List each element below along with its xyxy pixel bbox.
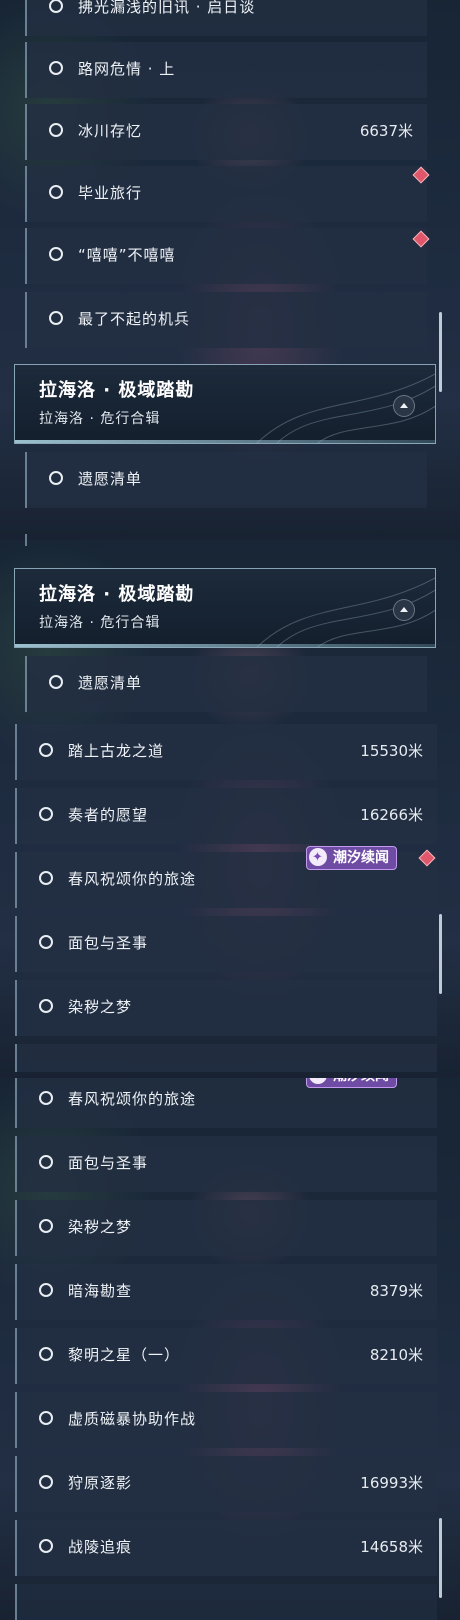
quest-label: 最了不起的机兵 [78, 310, 191, 328]
quest-item[interactable]: 暗海勘查 8379米 [15, 1264, 437, 1320]
scrollbar[interactable] [439, 312, 442, 392]
header-underline [15, 440, 435, 443]
quest-group-header[interactable]: 拉海洛 · 极域踏勘 拉海洛 · 危行合辑 [14, 568, 436, 648]
quest-label: 遗愿清单 [78, 470, 143, 488]
quest-list-panel-2: 拉海洛 · 极域踏勘 拉海洛 · 危行合辑 遗愿清单 踏上古龙之道 15530米… [0, 540, 460, 1078]
quest-item[interactable]: “嘻嘻”不嘻嘻 [25, 228, 427, 284]
quest-label: 踏上古龙之道 [68, 742, 165, 760]
quest-item[interactable]: 毕业旅行 [25, 166, 427, 222]
tidal-sequel-badge: 潮汐续闻 [306, 846, 397, 870]
quest-item[interactable]: 狩原逐影 16993米 [15, 1456, 437, 1512]
quest-item[interactable]: 虚质磁暴协助作战 [15, 1392, 437, 1448]
quest-label: 染秽之梦 [68, 1218, 133, 1236]
incomplete-circle-icon [39, 1539, 53, 1553]
quest-label: 毕业旅行 [78, 184, 143, 202]
tidal-sequel-badge: 潮汐续闻 [306, 1078, 397, 1088]
quest-distance: 16993米 [360, 1474, 423, 1492]
quest-item[interactable]: 遗愿清单 [25, 452, 427, 508]
group-subtitle: 拉海洛 · 危行合辑 [39, 615, 161, 631]
group-title: 拉海洛 · 极域踏勘 [39, 584, 195, 605]
quest-item[interactable]: 最了不起的机兵 [25, 292, 427, 348]
quest-label: 面包与圣事 [68, 1154, 149, 1172]
badge-label: 潮汐续闻 [333, 1078, 389, 1084]
quest-label: 奏者的愿望 [68, 806, 149, 824]
badge-label: 潮汐续闻 [333, 850, 389, 866]
tidal-sequel-star-icon [309, 847, 327, 869]
quest-group-header[interactable]: 拉海洛 · 极域踏勘 拉海洛 · 危行合辑 [14, 364, 436, 444]
scrollbar[interactable] [439, 1518, 442, 1598]
incomplete-circle-icon [49, 471, 63, 485]
group-title: 拉海洛 · 极域踏勘 [39, 380, 195, 401]
quest-item[interactable]: 染秽之梦 [15, 1200, 437, 1256]
incomplete-circle-icon [49, 123, 63, 137]
quest-list-panel-3: 潮汐续闻 春风祝颂你的旅途 面包与圣事 染秽之梦 暗海勘查 8379米 黎明之星… [0, 1078, 460, 1620]
quest-label: 虚质磁暴协助作战 [68, 1410, 197, 1428]
quest-item[interactable]: 黎明之星（一） 8210米 [15, 1328, 437, 1384]
quest-distance: 14658米 [360, 1538, 423, 1556]
incomplete-circle-icon [39, 1091, 53, 1105]
incomplete-circle-icon [39, 935, 53, 949]
incomplete-circle-icon [49, 61, 63, 75]
quest-item[interactable]: 战陵追痕 14658米 [15, 1520, 437, 1576]
group-subtitle: 拉海洛 · 危行合辑 [39, 411, 161, 427]
row-edge [15, 1044, 437, 1072]
quest-distance: 8379米 [369, 1282, 423, 1300]
contour-pattern [256, 373, 435, 443]
incomplete-circle-icon [39, 1219, 53, 1233]
incomplete-circle-icon [39, 1411, 53, 1425]
quest-label: 面包与圣事 [68, 934, 149, 952]
incomplete-circle-icon [39, 871, 53, 885]
incomplete-circle-icon [39, 1347, 53, 1361]
quest-label: 遗愿清单 [78, 674, 143, 692]
quest-item[interactable]: 遗愿清单 [25, 656, 427, 712]
quest-label: 春风祝颂你的旅途 [68, 870, 197, 888]
quest-label: 冰川存忆 [78, 122, 143, 140]
quest-item[interactable]: 面包与圣事 [15, 916, 437, 972]
collapse-arrow-icon[interactable] [393, 599, 415, 621]
quest-item-partial[interactable]: 拂光漏浅的旧讯 · 启日谈 [25, 0, 427, 36]
incomplete-circle-icon [49, 185, 63, 199]
quest-label: 暗海勘查 [68, 1282, 133, 1300]
quest-label: 黎明之星（一） [68, 1346, 181, 1364]
quest-label: 春风祝颂你的旅途 [68, 1090, 197, 1108]
incomplete-circle-icon [39, 1283, 53, 1297]
quest-item[interactable]: 面包与圣事 [15, 1136, 437, 1192]
incomplete-circle-icon [49, 675, 63, 689]
collapse-arrow-icon[interactable] [393, 395, 415, 417]
scrollbar[interactable] [439, 914, 442, 994]
quest-item[interactable]: 路网危情 · 上 [25, 42, 427, 98]
quest-distance: 15530米 [360, 742, 423, 760]
quest-item[interactable]: 奏者的愿望 16266米 [15, 788, 437, 844]
quest-label: “嘻嘻”不嘻嘻 [78, 246, 176, 264]
quest-item[interactable]: 冰川存忆 6637米 [25, 104, 427, 160]
row-edge [15, 1584, 437, 1620]
quest-distance: 16266米 [360, 806, 423, 824]
incomplete-circle-icon [39, 807, 53, 821]
contour-pattern [256, 577, 435, 647]
quest-distance: 6637米 [359, 122, 413, 140]
row-edge [25, 540, 27, 546]
quest-item[interactable]: 踏上古龙之道 15530米 [15, 724, 437, 780]
incomplete-circle-icon [49, 0, 63, 13]
quest-label: 路网危情 · 上 [78, 60, 176, 78]
incomplete-circle-icon [39, 999, 53, 1013]
incomplete-circle-icon [39, 1155, 53, 1169]
quest-label: 战陵追痕 [68, 1538, 133, 1556]
quest-label: 拂光漏浅的旧讯 · 启日谈 [78, 0, 256, 16]
incomplete-circle-icon [49, 311, 63, 325]
header-underline [15, 644, 435, 647]
incomplete-circle-icon [39, 1475, 53, 1489]
quest-label: 狩原逐影 [68, 1474, 133, 1492]
quest-list-panel-1: 拂光漏浅的旧讯 · 启日谈 路网危情 · 上 冰川存忆 6637米 毕业旅行 “… [0, 0, 460, 540]
incomplete-circle-icon [49, 247, 63, 261]
quest-distance: 8210米 [369, 1346, 423, 1364]
incomplete-circle-icon [39, 743, 53, 757]
quest-label: 染秽之梦 [68, 998, 133, 1016]
tidal-sequel-star-icon [309, 1078, 327, 1087]
quest-item[interactable]: 染秽之梦 [15, 980, 437, 1036]
